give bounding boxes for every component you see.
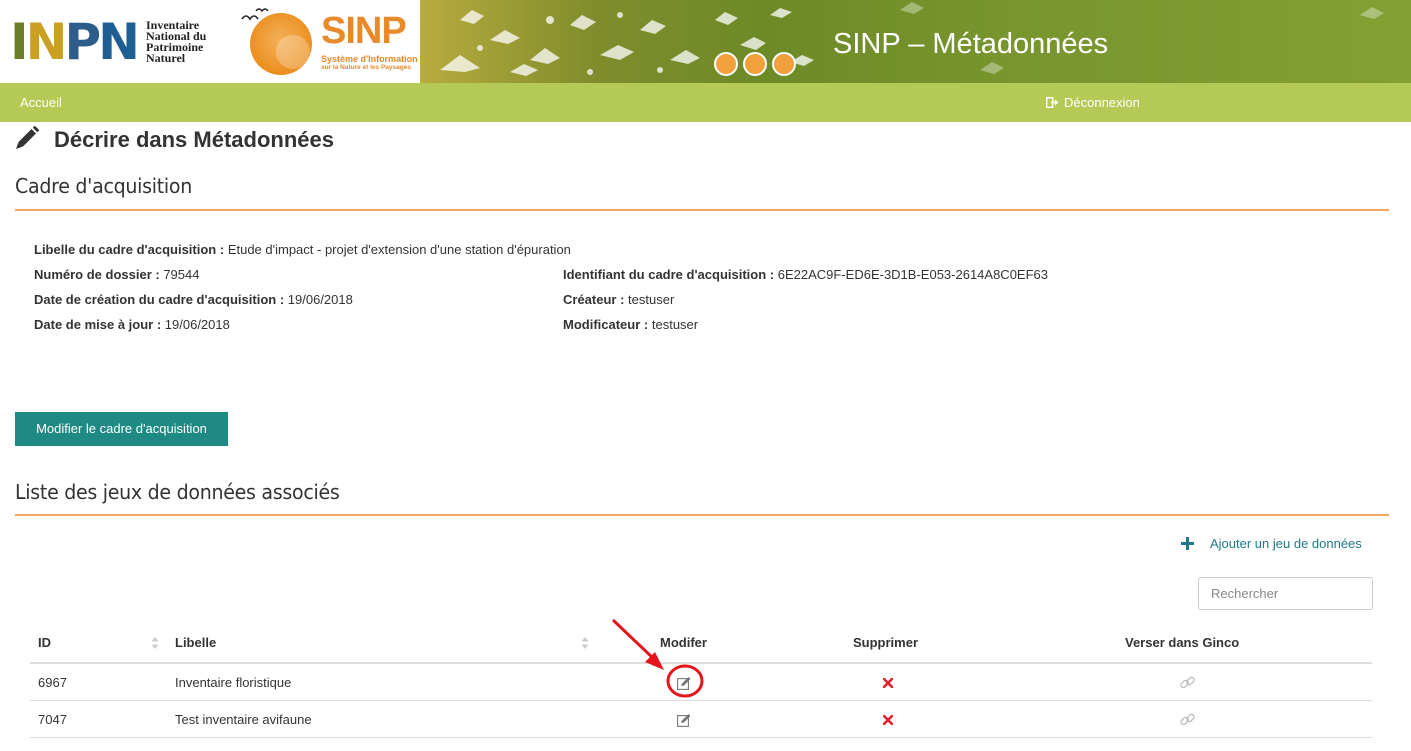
field-label: Modificateur : xyxy=(563,317,649,332)
field-date-maj: Date de mise à jour : 19/06/2018 xyxy=(34,317,230,333)
column-header-modifier: Modifer xyxy=(660,635,707,650)
field-value: testuser xyxy=(651,317,699,332)
cell-libelle: Test inventaire avifaune xyxy=(175,712,312,727)
verser-ginco-button[interactable] xyxy=(1174,701,1200,738)
delete-dataset-button[interactable] xyxy=(878,701,898,738)
birds-icon xyxy=(241,8,269,21)
link-icon xyxy=(1179,713,1195,726)
column-header-verser: Verser dans Ginco xyxy=(1125,635,1240,650)
column-header-libelle[interactable]: Libelle xyxy=(175,624,216,662)
edit-dataset-button[interactable] xyxy=(670,701,698,738)
delete-icon xyxy=(883,677,893,688)
field-value: Etude d'impact - projet d'extension d'un… xyxy=(227,242,571,257)
field-value: 19/06/2018 xyxy=(287,292,353,307)
page-title: Décrire dans Métadonnées xyxy=(54,127,334,152)
field-createur: Créateur : testuser xyxy=(563,292,674,308)
badge-icon xyxy=(743,52,767,76)
field-date-creation: Date de création du cadre d'acquisition … xyxy=(34,292,353,308)
sign-out-icon xyxy=(1045,95,1060,109)
section-divider xyxy=(15,209,1389,211)
cell-libelle: Inventaire floristique xyxy=(175,675,292,690)
pencil-icon xyxy=(16,125,40,149)
sinp-logo[interactable]: SINP Système d'Information sur la Nature… xyxy=(238,5,438,83)
header-banner: INPN Inventaire National du Patrimoine N… xyxy=(0,0,1411,83)
edit-icon xyxy=(676,676,690,690)
field-modificateur: Modificateur : testuser xyxy=(563,317,698,333)
sinp-title: SINP xyxy=(321,10,407,52)
field-label: Identifiant du cadre d'acquisition : xyxy=(563,267,775,282)
table-row: 6967 Inventaire floristique xyxy=(30,664,1372,701)
cell-id: 7047 xyxy=(38,712,67,727)
column-header-id[interactable]: ID xyxy=(38,624,51,662)
section-divider xyxy=(15,514,1389,516)
field-label: Date de mise à jour : xyxy=(34,317,162,332)
edit-dataset-button[interactable] xyxy=(670,664,698,701)
top-navbar: Accueil Déconnexion xyxy=(0,83,1411,122)
field-libelle: Libelle du cadre d'acquisition : Etude d… xyxy=(34,242,571,258)
field-label: Créateur : xyxy=(563,292,625,307)
inpn-text-line: Naturel xyxy=(146,51,186,65)
field-value: 6E22AC9F-ED6E-3D1B-E053-2614A8C0EF63 xyxy=(777,267,1048,282)
edit-icon xyxy=(676,713,690,727)
link-icon xyxy=(1179,676,1195,689)
sort-icon[interactable] xyxy=(581,636,589,650)
table-row: 7047 Test inventaire avifaune xyxy=(30,701,1372,738)
badge-icon xyxy=(772,52,796,76)
logout-link[interactable]: Déconnexion xyxy=(1045,94,1140,111)
datasets-section-title: Liste des jeux de données associés xyxy=(15,480,340,504)
badge-icon xyxy=(714,52,738,76)
column-header-supprimer: Supprimer xyxy=(853,635,919,650)
field-numero-dossier: Numéro de dossier : 79544 xyxy=(34,267,199,283)
sort-icon[interactable] xyxy=(151,636,159,650)
plus-icon xyxy=(1181,537,1194,550)
delete-dataset-button[interactable] xyxy=(878,664,898,701)
logout-label: Déconnexion xyxy=(1064,95,1140,110)
delete-icon xyxy=(883,714,893,725)
app-title: SINP – Métadonnées xyxy=(833,28,1109,60)
add-dataset-label: Ajouter un jeu de données xyxy=(1210,536,1362,551)
field-label: Libelle du cadre d'acquisition : xyxy=(34,242,225,257)
verser-ginco-button[interactable] xyxy=(1174,664,1200,701)
sinp-subtitle-small: sur la Nature et les Paysages xyxy=(321,64,411,71)
field-value: 19/06/2018 xyxy=(164,317,230,332)
field-label: Date de création du cadre d'acquisition … xyxy=(34,292,285,307)
cell-id: 6967 xyxy=(38,675,67,690)
nav-home-link[interactable]: Accueil xyxy=(20,94,62,111)
sinp-subtitle: Système d'Information xyxy=(321,54,418,64)
field-value: testuser xyxy=(628,292,675,307)
annotation-arrow xyxy=(611,618,657,662)
field-label: Numéro de dossier : xyxy=(34,267,160,282)
modify-acquisition-button[interactable]: Modifier le cadre d'acquisition xyxy=(15,412,228,446)
field-identifiant: Identifiant du cadre d'acquisition : 6E2… xyxy=(563,267,1048,283)
acquisition-section-title: Cadre d'acquisition xyxy=(15,174,193,198)
field-value: 79544 xyxy=(163,267,200,282)
search-input[interactable] xyxy=(1198,577,1373,610)
